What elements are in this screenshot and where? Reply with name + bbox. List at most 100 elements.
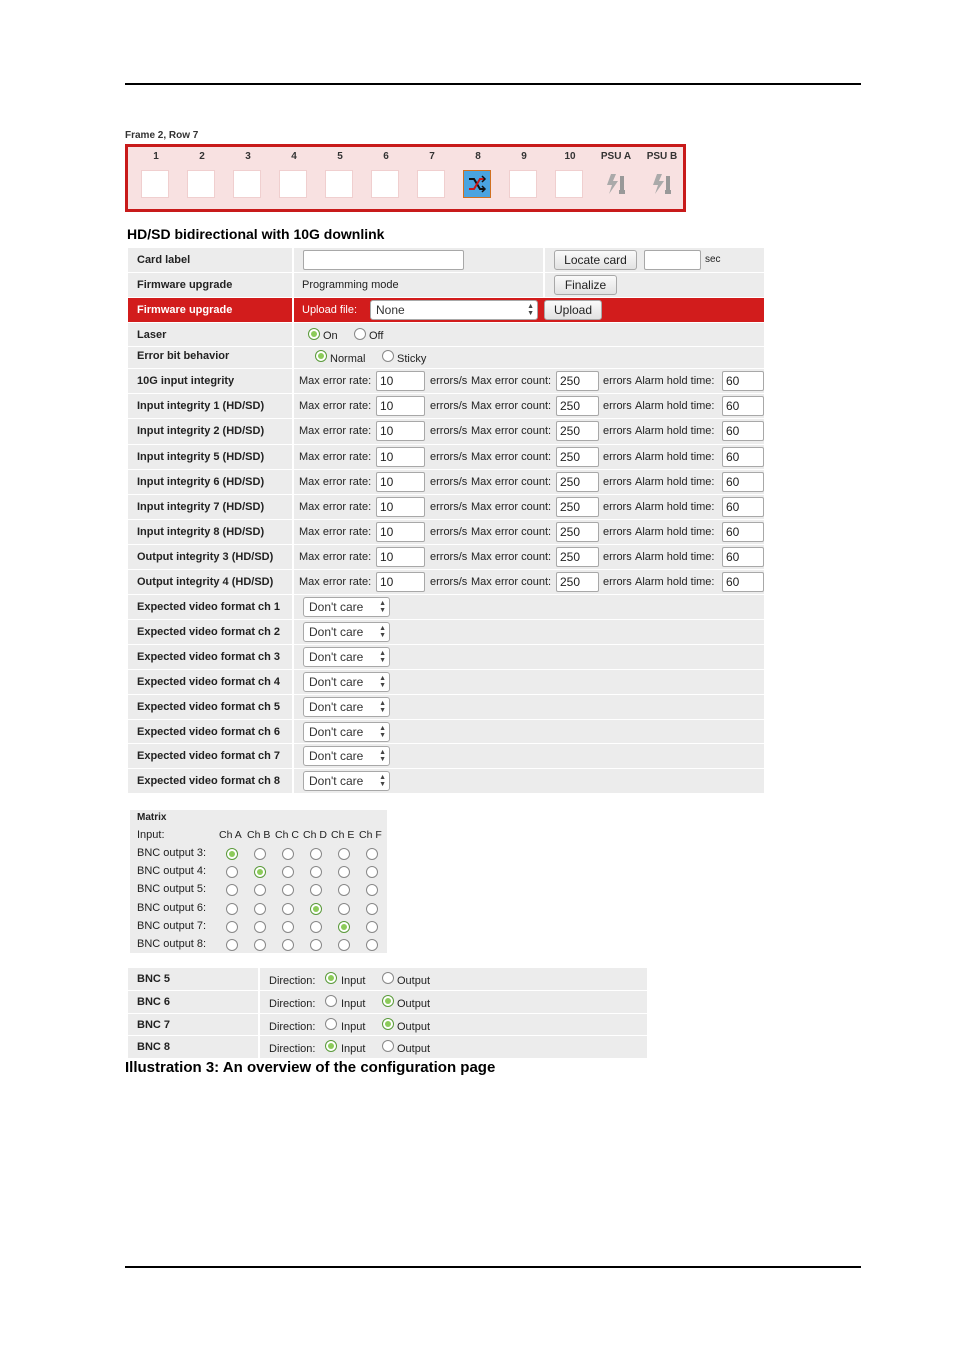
slot-10[interactable]: 10: [550, 147, 590, 209]
matrix-radio[interactable]: [226, 920, 238, 933]
max-count-input[interactable]: 250: [556, 421, 599, 442]
matrix-radio[interactable]: [226, 902, 238, 915]
matrix-radio[interactable]: [338, 848, 350, 860]
slot-9[interactable]: 9: [504, 147, 544, 209]
matrix-radio[interactable]: [226, 884, 238, 897]
slot-7[interactable]: 7: [412, 147, 452, 209]
slot-5[interactable]: 5: [320, 147, 360, 209]
max-count-input[interactable]: 250: [556, 396, 599, 417]
matrix-radio[interactable]: [254, 866, 266, 879]
direction-input-radio[interactable]: [325, 972, 337, 984]
matrix-radio[interactable]: [366, 848, 378, 860]
max-count-input[interactable]: 250: [556, 546, 599, 567]
max-rate-input[interactable]: 10: [376, 521, 425, 542]
max-rate-input[interactable]: 10: [376, 572, 425, 593]
matrix-radio[interactable]: [366, 866, 378, 879]
card-label-input[interactable]: [303, 250, 464, 270]
matrix-radio[interactable]: [366, 884, 378, 897]
slot-4[interactable]: 4: [274, 147, 314, 209]
matrix-radio[interactable]: [338, 939, 350, 951]
upload-file-select[interactable]: None ▲ ▼: [370, 300, 538, 321]
matrix-radio[interactable]: [282, 866, 294, 879]
direction-input-radio[interactable]: [325, 1040, 337, 1053]
matrix-radio[interactable]: [226, 866, 238, 879]
max-rate-input[interactable]: 10: [376, 471, 425, 492]
locate-seconds-input[interactable]: [644, 250, 701, 270]
matrix-radio[interactable]: [282, 902, 294, 915]
max-rate-input[interactable]: 10: [376, 496, 425, 517]
matrix-radio[interactable]: [338, 920, 350, 933]
error-bit-sticky-radio[interactable]: [382, 350, 394, 363]
max-rate-input[interactable]: 10: [376, 371, 425, 392]
matrix-radio[interactable]: [254, 848, 266, 860]
max-count-input[interactable]: 250: [556, 521, 599, 542]
direction-input-radio[interactable]: [325, 994, 337, 1007]
matrix-radio[interactable]: [338, 884, 350, 897]
video-format-select[interactable]: Don't care ▲ ▼: [303, 671, 390, 692]
slot-psu-b[interactable]: PSU B: [642, 147, 682, 209]
max-rate-input[interactable]: 10: [376, 421, 425, 442]
max-rate-input[interactable]: 10: [376, 396, 425, 417]
matrix-radio[interactable]: [310, 848, 322, 860]
laser-off-radio[interactable]: [354, 328, 366, 341]
video-format-select[interactable]: Don't care ▲ ▼: [303, 771, 390, 792]
matrix-radio[interactable]: [310, 939, 322, 951]
alarm-hold-input[interactable]: 60: [722, 521, 764, 542]
max-count-input[interactable]: 250: [556, 572, 599, 593]
matrix-radio[interactable]: [366, 902, 378, 915]
max-count-input[interactable]: 250: [556, 446, 599, 467]
alarm-hold-input[interactable]: 60: [722, 421, 764, 442]
matrix-radio[interactable]: [338, 866, 350, 879]
matrix-radio[interactable]: [366, 920, 378, 933]
matrix-radio[interactable]: [338, 902, 350, 915]
matrix-radio[interactable]: [310, 866, 322, 879]
slot-6[interactable]: 6: [366, 147, 406, 209]
video-format-select[interactable]: Don't care ▲ ▼: [303, 721, 390, 742]
laser-on-radio[interactable]: [308, 328, 320, 341]
matrix-radio[interactable]: [310, 920, 322, 933]
matrix-radio[interactable]: [310, 902, 322, 915]
alarm-hold-input[interactable]: 60: [722, 446, 764, 467]
matrix-radio[interactable]: [366, 939, 378, 951]
alarm-hold-input[interactable]: 60: [722, 471, 764, 492]
max-count-input[interactable]: 250: [556, 496, 599, 517]
matrix-radio[interactable]: [254, 884, 266, 897]
error-bit-normal-radio[interactable]: [315, 350, 327, 363]
alarm-hold-input[interactable]: 60: [722, 496, 764, 517]
direction-output-radio[interactable]: [382, 1017, 394, 1030]
upload-button[interactable]: Upload: [544, 300, 602, 321]
max-count-input[interactable]: 250: [556, 371, 599, 392]
alarm-hold-input[interactable]: 60: [722, 546, 764, 567]
direction-output-radio[interactable]: [382, 1040, 394, 1053]
matrix-radio[interactable]: [226, 848, 238, 860]
matrix-radio[interactable]: [310, 884, 322, 897]
matrix-radio[interactable]: [282, 939, 294, 951]
slot-3[interactable]: 3: [228, 147, 268, 209]
video-format-select[interactable]: Don't care ▲ ▼: [303, 622, 390, 643]
matrix-radio[interactable]: [282, 848, 294, 860]
matrix-radio[interactable]: [254, 939, 266, 951]
matrix-radio[interactable]: [254, 902, 266, 915]
direction-output-radio[interactable]: [382, 994, 394, 1007]
video-format-select[interactable]: Don't care ▲ ▼: [303, 646, 390, 667]
max-rate-input[interactable]: 10: [376, 546, 425, 567]
video-format-select[interactable]: Don't care ▲ ▼: [303, 746, 390, 767]
finalize-button[interactable]: Finalize: [554, 275, 617, 296]
alarm-hold-input[interactable]: 60: [722, 371, 764, 392]
slot-8[interactable]: 8: [458, 147, 498, 209]
slot-1[interactable]: 1: [136, 147, 176, 209]
video-format-select[interactable]: Don't care ▲ ▼: [303, 597, 390, 618]
direction-input-radio[interactable]: [325, 1017, 337, 1030]
slot-2[interactable]: 2: [182, 147, 222, 209]
direction-output-radio[interactable]: [382, 972, 394, 984]
locate-card-button[interactable]: Locate card: [554, 250, 637, 270]
max-count-input[interactable]: 250: [556, 471, 599, 492]
matrix-radio[interactable]: [254, 920, 266, 933]
alarm-hold-input[interactable]: 60: [722, 396, 764, 417]
matrix-radio[interactable]: [282, 884, 294, 897]
matrix-radio[interactable]: [282, 920, 294, 933]
alarm-hold-input[interactable]: 60: [722, 572, 764, 593]
matrix-radio[interactable]: [226, 939, 238, 951]
video-format-select[interactable]: Don't care ▲ ▼: [303, 696, 390, 717]
max-rate-input[interactable]: 10: [376, 446, 425, 467]
